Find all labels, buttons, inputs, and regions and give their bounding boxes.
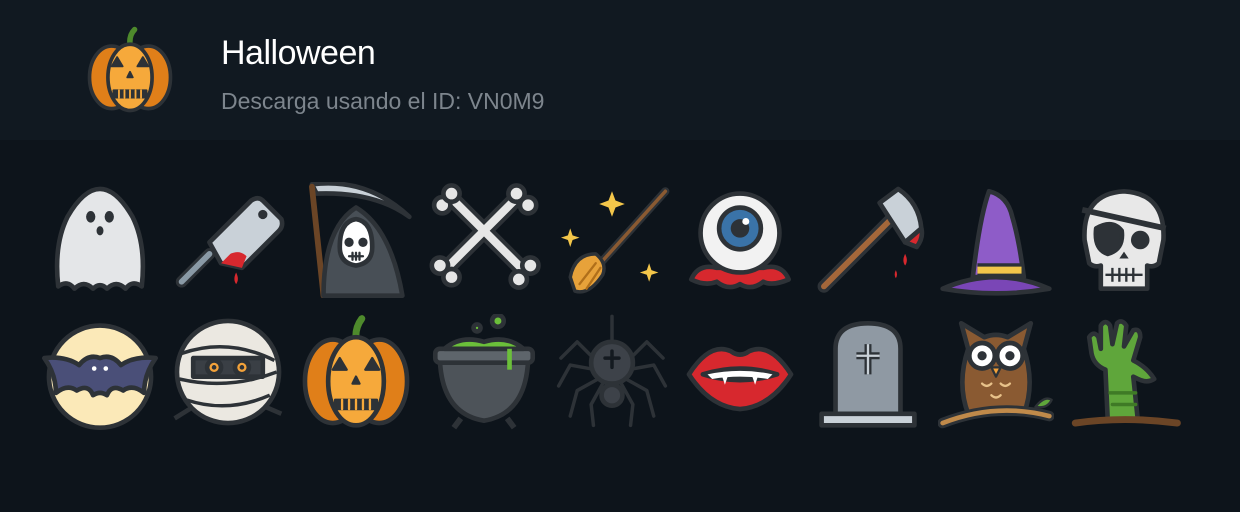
witch-hat-icon[interactable]: [938, 182, 1054, 298]
pack-header: Halloween Descarga usando el ID: VN0M9: [0, 0, 1240, 140]
magic-broom-icon[interactable]: [554, 182, 670, 298]
vampire-lips-icon[interactable]: [682, 314, 798, 430]
cauldron-icon[interactable]: [426, 314, 542, 430]
bloody-eyeball-icon[interactable]: [682, 182, 798, 298]
pirate-skull-icon[interactable]: [1066, 182, 1182, 298]
zombie-hand-icon[interactable]: [1066, 314, 1182, 430]
bloody-axe-icon[interactable]: [810, 182, 926, 298]
bat-moon-icon[interactable]: [42, 314, 158, 430]
tombstone-icon[interactable]: [810, 314, 926, 430]
ghost-icon[interactable]: [42, 182, 158, 298]
crossed-bones-icon[interactable]: [426, 182, 542, 298]
icon-grid: [0, 140, 1240, 512]
mummy-icon[interactable]: [170, 314, 286, 430]
pack-download-id: Descarga usando el ID: VN0M9: [221, 88, 545, 114]
spider-icon[interactable]: [554, 314, 670, 430]
owl-icon[interactable]: [938, 314, 1054, 430]
grim-reaper-icon[interactable]: [298, 182, 414, 298]
pack-title: Halloween: [221, 34, 376, 72]
pumpkin-icon: [84, 24, 176, 116]
cleaver-icon[interactable]: [170, 182, 286, 298]
jack-o-lantern-icon[interactable]: [298, 314, 414, 430]
